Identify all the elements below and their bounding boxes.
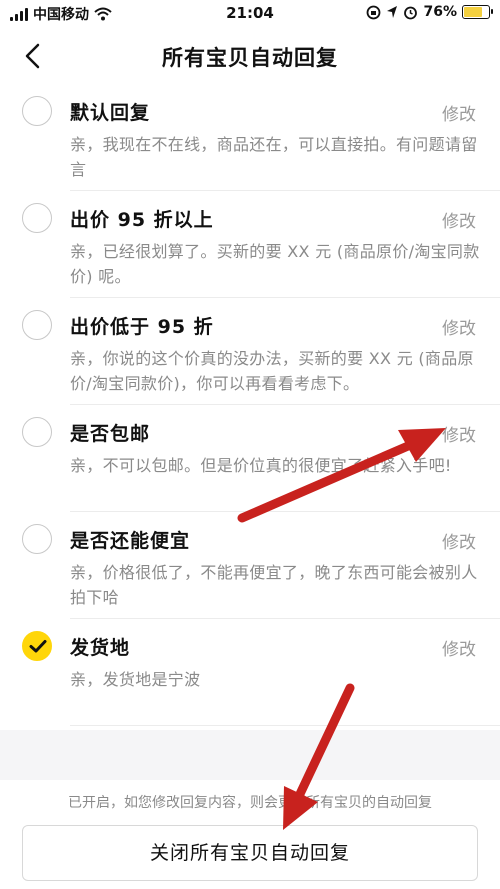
- nav-bar: 所有宝贝自动回复: [0, 30, 500, 82]
- edit-link[interactable]: 修改: [442, 207, 476, 232]
- reply-item-default[interactable]: 默认回复 修改 亲，我现在不在线，商品还在，可以直接拍。有问题请留言: [0, 84, 500, 191]
- checkmark-icon: [29, 640, 47, 653]
- reply-item-bid-above-95[interactable]: 出价 95 折以上 修改 亲，已经很划算了。买新的要 XX 元 (商品原价/淘宝…: [0, 191, 500, 298]
- battery-fill: [464, 7, 483, 17]
- alarm-icon: [404, 6, 418, 19]
- reply-title: 出价低于 95 折: [70, 316, 214, 338]
- reply-description: 亲，你说的这个价真的没办法，买新的要 XX 元 (商品原价/淘宝同款价)，你可以…: [70, 349, 474, 393]
- reply-title: 默认回复: [70, 102, 151, 124]
- reply-title: 是否包邮: [70, 423, 151, 445]
- section-gap: [0, 730, 500, 780]
- reply-description: 亲，价格很低了，不能再便宜了，晚了东西可能会被别人拍下哈: [70, 563, 478, 607]
- reply-title: 发货地: [70, 637, 131, 659]
- edit-link[interactable]: 修改: [442, 635, 476, 660]
- edit-link[interactable]: 修改: [442, 100, 476, 125]
- status-bar: 中国移动 21:04 76%: [0, 0, 500, 30]
- edit-link[interactable]: 修改: [442, 314, 476, 339]
- status-right: 76%: [366, 4, 493, 20]
- edit-link[interactable]: 修改: [442, 421, 476, 446]
- reply-item-bid-below-95[interactable]: 出价低于 95 折 修改 亲，你说的这个价真的没办法，买新的要 XX 元 (商品…: [0, 298, 500, 405]
- page: 中国移动 21:04 76% 所有宝贝自动回复 默认回复 修改 亲，我现在不在线…: [0, 0, 500, 889]
- reply-description: 亲，我现在不在线，商品还在，可以直接拍。有问题请留言: [70, 135, 478, 179]
- location-icon: [387, 6, 398, 18]
- battery-icon: [462, 5, 493, 19]
- reply-description: 亲，已经很划算了。买新的要 XX 元 (商品原价/淘宝同款价) 呢。: [70, 242, 480, 286]
- radio-button-checked[interactable]: [22, 631, 52, 661]
- radio-button[interactable]: [22, 310, 52, 340]
- reply-title: 是否还能便宜: [70, 530, 191, 552]
- footer-note: 已开启，如您修改回复内容，则会更新所有宝贝的自动回复: [68, 795, 432, 811]
- page-title: 所有宝贝自动回复: [162, 46, 338, 70]
- radio-button[interactable]: [22, 96, 52, 126]
- reply-item-ship-from[interactable]: 发货地 修改 亲，发货地是宁波: [0, 619, 500, 726]
- battery-percent: 76%: [423, 4, 457, 20]
- reply-title: 出价 95 折以上: [70, 209, 214, 231]
- radio-button[interactable]: [22, 417, 52, 447]
- reply-item-free-shipping[interactable]: 是否包邮 修改 亲，不可以包邮。但是价位真的很便宜了赶紧入手吧!: [0, 405, 500, 512]
- radio-button[interactable]: [22, 203, 52, 233]
- reply-item-cheaper[interactable]: 是否还能便宜 修改 亲，价格很低了，不能再便宜了，晚了东西可能会被别人拍下哈: [0, 512, 500, 619]
- close-auto-reply-button[interactable]: 关闭所有宝贝自动回复: [22, 825, 478, 881]
- reply-description: 亲，不可以包邮。但是价位真的很便宜了赶紧入手吧!: [70, 456, 452, 475]
- rotation-lock-icon: [367, 5, 381, 19]
- edit-link[interactable]: 修改: [442, 528, 476, 553]
- reply-description: 亲，发货地是宁波: [70, 670, 201, 689]
- divider: [70, 725, 500, 726]
- radio-button[interactable]: [22, 524, 52, 554]
